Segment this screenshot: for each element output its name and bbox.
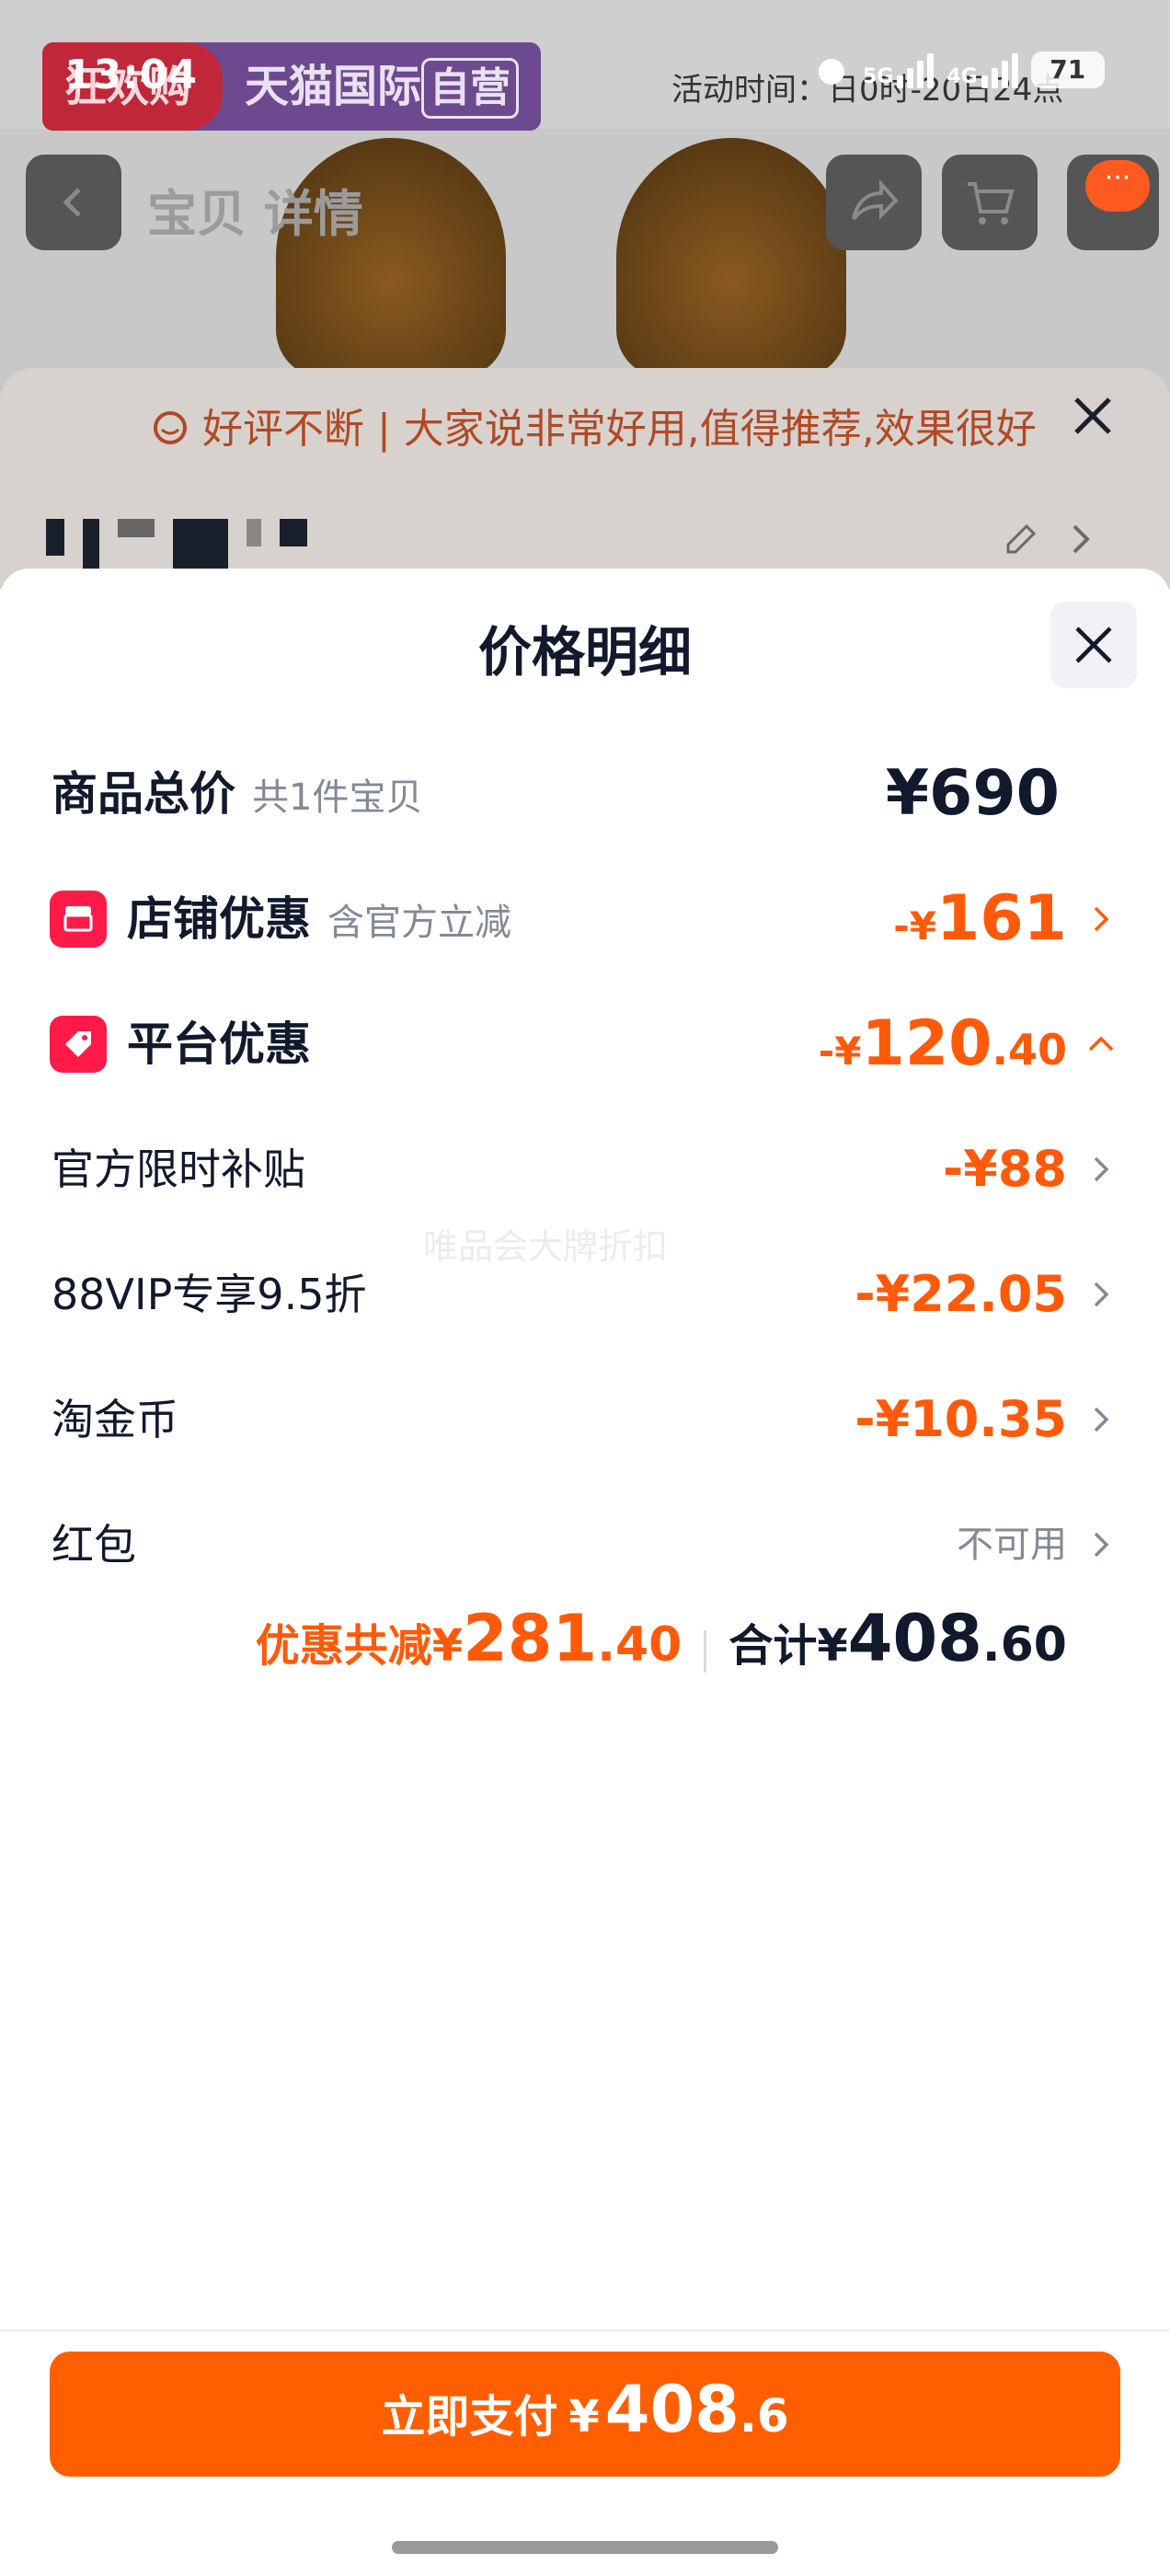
pay-button-amount-int: 408 (604, 2372, 740, 2447)
pay-now-button[interactable]: 立即支付 ¥ 408 .6 (50, 2352, 1120, 2477)
back-icon (63, 188, 81, 217)
row-shop-discount[interactable]: 店铺优惠 含官方立减 -¥161 (0, 868, 1170, 970)
row-platform-discount[interactable]: 平台优惠 -¥120.40 (0, 994, 1170, 1095)
message-badge: ··· (1085, 160, 1150, 212)
net-4g-label: 4G (946, 65, 978, 88)
footer-divider (0, 2329, 1170, 2331)
banner-brand: 天猫国际 (245, 61, 422, 112)
nav-title: 宝贝 详情 (147, 185, 363, 243)
banner-tag: 自营 (421, 58, 520, 119)
price-summary: 优惠共减¥ 281 .40 合计¥ 408 .60 (256, 1601, 1067, 1702)
pay-button-currency: ¥ (568, 2391, 600, 2443)
review-text: 好评不断 | 大家说非常好用,值得推荐,效果很好 (151, 396, 1037, 454)
total-price-value: ¥690 (885, 757, 1060, 830)
back-button[interactable] (26, 155, 121, 250)
row-label: 淘金币 (52, 1395, 178, 1444)
pay-button-label: 立即支付 (381, 2391, 558, 2443)
row-taojinbi[interactable]: 淘金币 -¥10.35 (0, 1369, 1170, 1470)
signal-4g-icon: 4G (946, 52, 1018, 88)
value-int: 120 (861, 1007, 992, 1080)
chevron-right-icon (1094, 1282, 1109, 1307)
value-prefix: -¥ (818, 1029, 862, 1074)
pay-button-amount-dec: .6 (739, 2389, 789, 2443)
chevron-right-icon (1094, 906, 1109, 932)
red-packet-status: 不可用 (957, 1524, 1067, 1566)
platform-discount-value: -¥120.40 (819, 994, 1067, 1095)
cart-icon (968, 182, 1015, 224)
review-text-label: 好评不断 | 大家说非常好用,值得推荐,效果很好 (202, 406, 1037, 453)
row-label: 88VIP专享9.5折 (52, 1270, 367, 1319)
value-prefix: -¥ (893, 903, 937, 949)
close-icon (1075, 627, 1112, 663)
alarm-icon (819, 59, 844, 85)
chevron-right-icon (1094, 1532, 1109, 1558)
share-icon (852, 178, 899, 221)
review-close-button[interactable] (1071, 394, 1115, 442)
top-nav: 宝贝 详情 (0, 147, 1170, 250)
grand-total-label: 合计¥ (728, 1620, 848, 1672)
share-button[interactable] (826, 155, 922, 250)
signal-5g-icon: 5G (863, 52, 935, 88)
row-label: 店铺优惠 含官方立减 (127, 868, 511, 970)
row-note: 共1件宝贝 (252, 776, 423, 819)
watermark-text: 唯品会大牌折扣 (423, 1226, 669, 1267)
row-label: 平台优惠 (127, 1018, 311, 1071)
discount-total-int: 281 (463, 1601, 598, 1676)
row-label: 商品总价 共1件宝贝 (52, 743, 422, 845)
value-dec: .40 (992, 1025, 1068, 1075)
close-button[interactable] (1050, 602, 1137, 688)
product-page-background: 狂欢购 天猫国际 自营 13:04 活动时间：日0时-20日24点 5G 4G 7… (0, 0, 1170, 589)
sheet-title: 价格明细 (477, 621, 692, 684)
chevron-right-icon (1094, 1407, 1109, 1432)
chevron-up-icon (1088, 1036, 1114, 1052)
row-label-text: 店铺优惠 (127, 892, 311, 946)
official-subsidy-value: -¥88 (942, 1140, 1067, 1198)
grand-total-dec: .60 (981, 1617, 1067, 1673)
close-icon (1074, 397, 1111, 434)
battery-icon: 71 (1030, 52, 1105, 88)
home-indicator[interactable] (392, 2541, 778, 2554)
taojinbi-value: -¥10.35 (855, 1390, 1067, 1448)
row-label: 官方限时补贴 (52, 1144, 305, 1194)
net-5g-label: 5G (863, 65, 894, 88)
vip-discount-value: -¥22.05 (855, 1265, 1067, 1323)
pixelated-text (46, 519, 307, 574)
cart-button[interactable] (942, 155, 1038, 250)
banner-right-text: 天猫国际 自营 (245, 42, 520, 131)
row-note: 含官方立减 (327, 902, 511, 944)
row-official-subsidy[interactable]: 官方限时补贴 -¥88 (0, 1119, 1170, 1220)
row-total-price: 商品总价 共1件宝贝 ¥690 (0, 743, 1170, 845)
status-time: 13:04 (64, 52, 199, 98)
chevron-right-icon (1094, 1156, 1109, 1182)
value-int: 161 (936, 882, 1067, 955)
chat-bubble-icon (154, 411, 187, 444)
discount-total-dec: .40 (597, 1617, 682, 1673)
shop-discount-value: -¥161 (893, 868, 1067, 970)
shop-icon (50, 891, 107, 948)
grand-total-int: 408 (847, 1601, 982, 1676)
row-label: 红包 (52, 1520, 136, 1570)
divider (704, 1630, 707, 1673)
edit-icon[interactable] (1001, 521, 1111, 558)
row-label-text: 商品总价 (52, 767, 235, 821)
discount-total-label: 优惠共减¥ (255, 1620, 464, 1672)
price-detail-sheet: 价格明细 商品总价 共1件宝贝 ¥690 店铺优惠 含官方立减 -¥161 平台优惠… (0, 569, 1170, 2576)
row-red-packet[interactable]: 红包 不可用 (0, 1494, 1170, 1595)
status-icons: 5G 4G 71 (813, 52, 1105, 88)
tag-icon (50, 1016, 107, 1073)
